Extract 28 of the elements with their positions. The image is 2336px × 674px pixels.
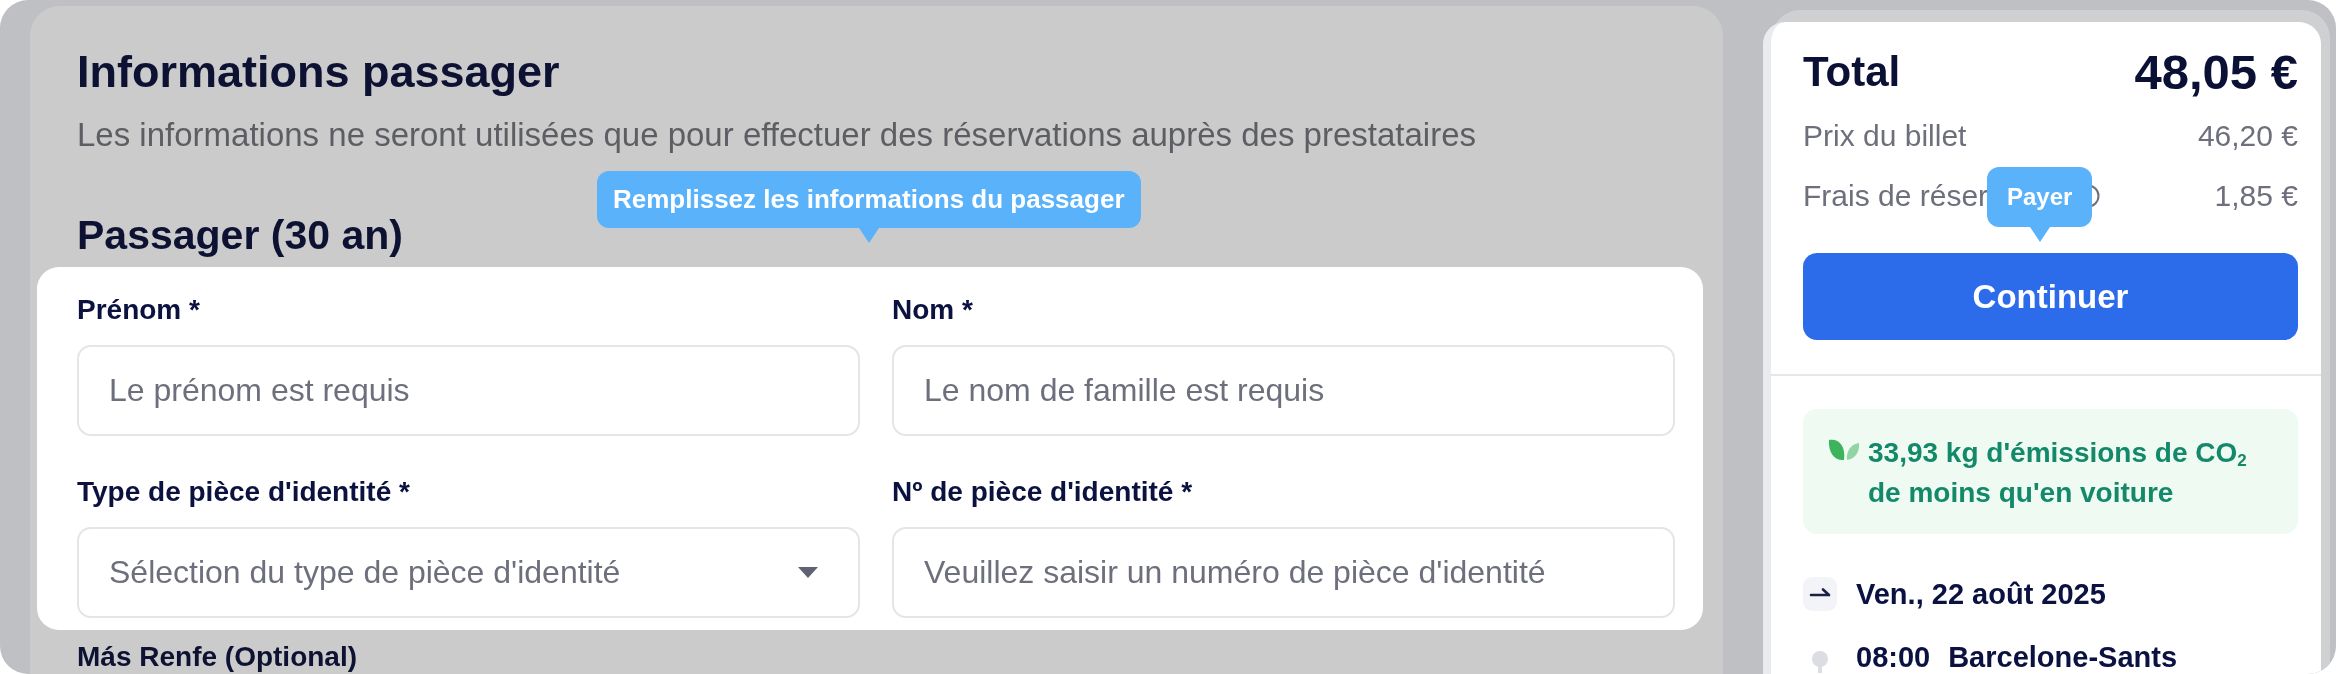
field-label: Nº de pièce d'identité * — [892, 476, 1193, 508]
price-value: 1,85 € — [2214, 178, 2298, 213]
text-input[interactable]: Le prénom est requis — [77, 345, 860, 436]
field-label: Prénom * — [77, 294, 200, 326]
arrow-right-icon — [1803, 577, 1837, 611]
station-name: Barcelone-Sants — [1948, 640, 2178, 674]
price-label: Frais de réser — [1803, 178, 1989, 213]
field-label: Nom * — [892, 294, 973, 326]
caret-icon — [798, 567, 818, 578]
tooltip: Remplissez les informations du passager — [597, 171, 1141, 243]
text-input[interactable]: Le nom de famille est requis — [892, 345, 1675, 436]
text-input[interactable]: Veuillez saisir un numéro de pièce d'identité — [892, 527, 1675, 618]
trip-date: Ven., 22 août 2025 — [1856, 577, 2106, 611]
page-title: Informations passager — [77, 48, 560, 96]
leaf-icon — [1828, 437, 1860, 462]
total-label: Total — [1803, 48, 1901, 96]
price-label: Prix du billet — [1803, 118, 1967, 153]
dropdown-field[interactable]: Sélection du type de pièce d'identité — [77, 527, 860, 618]
section-heading: Passager (30 an) — [77, 213, 403, 257]
total-price: 48,05 € — [2134, 44, 2298, 100]
departure-time: 08:00 — [1856, 640, 1931, 674]
page-subtitle: Les informations ne seront utilisées que pour effectuer des réservations auprès des prestataires — [77, 117, 1476, 153]
field-label: Type de pièce d'identité * — [77, 476, 410, 508]
continue-button[interactable]: Continuer — [1803, 253, 2298, 340]
section-heading: Más Renfe (Optional) — [77, 642, 357, 672]
co2-savings-text: 33,93 kg d'émissions de CO$_{2}$ de moins qu'en voiture — [1868, 435, 2247, 510]
tooltip: Payer — [1987, 167, 2093, 242]
price-value: 46,20 € — [2197, 118, 2298, 153]
